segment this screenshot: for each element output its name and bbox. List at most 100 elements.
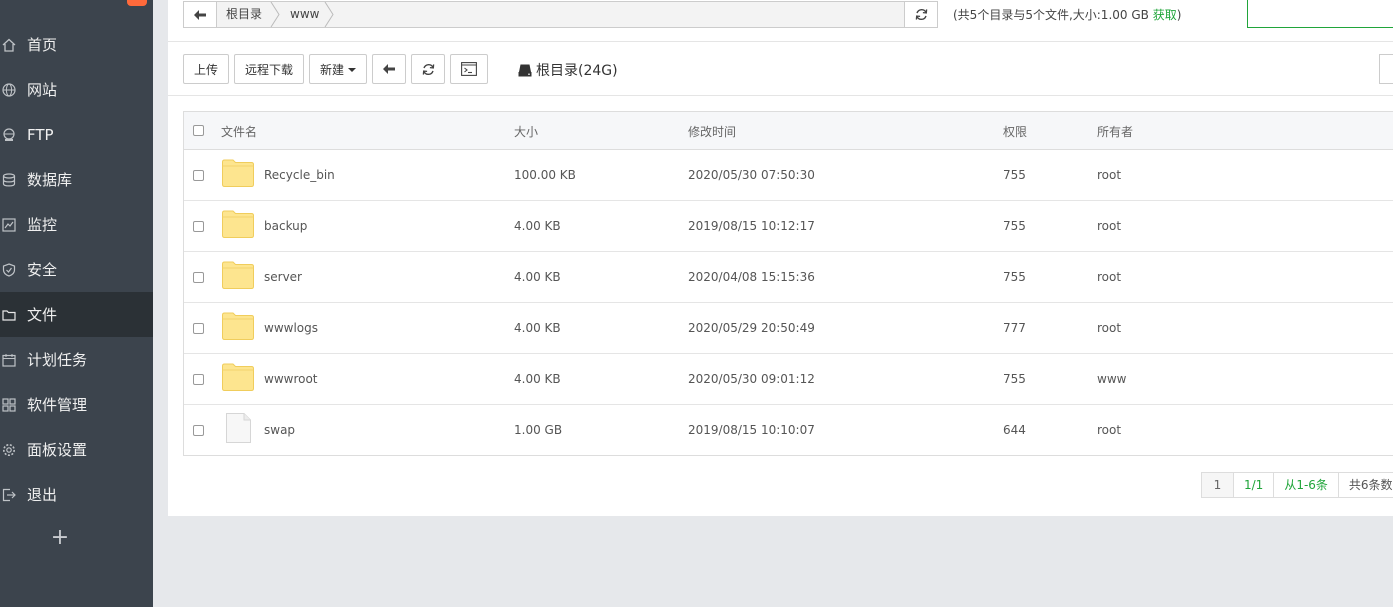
refresh-icon — [915, 8, 927, 21]
table-row[interactable]: wwwlogs 4.00 KB 2020/05/29 20:50:49 777 … — [184, 303, 1393, 354]
file-name[interactable]: Recycle_bin — [264, 150, 335, 201]
back-button[interactable] — [372, 54, 406, 84]
row-checkbox[interactable] — [193, 374, 204, 385]
sidebar-item-database[interactable]: 数据库 — [0, 157, 153, 202]
file-permission[interactable]: 755 — [1003, 354, 1026, 405]
path-back-button[interactable] — [184, 2, 217, 27]
new-dropdown-button[interactable]: 新建 — [309, 54, 367, 84]
terminal-button[interactable] — [450, 54, 488, 84]
pagination: 1 1/1 从1-6条 共6条数 — [1201, 472, 1393, 498]
file-name[interactable]: wwwlogs — [264, 303, 318, 354]
sidebar-item-ftp[interactable]: FTP — [0, 112, 153, 157]
select-all-checkbox[interactable] — [193, 125, 204, 136]
sidebar-item-home[interactable]: 首页 — [0, 22, 153, 67]
table-row[interactable]: server 4.00 KB 2020/04/08 15:15:36 755 r… — [184, 252, 1393, 303]
breadcrumb-www[interactable]: www — [290, 2, 319, 27]
file-owner[interactable]: www — [1097, 354, 1126, 405]
sidebar-item-security[interactable]: 安全 — [0, 247, 153, 292]
row-checkbox[interactable] — [193, 323, 204, 334]
add-menu-button[interactable]: + — [0, 520, 120, 556]
terminal-icon — [461, 62, 477, 76]
sidebar-item-settings[interactable]: 面板设置 — [0, 427, 153, 472]
header-name[interactable]: 文件名 — [221, 112, 257, 150]
sidebar-item-files[interactable]: 文件 — [0, 292, 153, 337]
file-owner[interactable]: root — [1097, 303, 1121, 354]
summary-close: ) — [1176, 8, 1182, 22]
row-checkbox[interactable] — [193, 221, 204, 232]
row-checkbox[interactable] — [193, 170, 204, 181]
sidebar-item-software[interactable]: 软件管理 — [0, 382, 153, 427]
refresh-button[interactable] — [411, 54, 445, 84]
ftp-icon — [2, 127, 16, 142]
row-checkbox[interactable] — [193, 272, 204, 283]
file-permission[interactable]: 777 — [1003, 303, 1026, 354]
header-owner[interactable]: 所有者 — [1097, 112, 1133, 150]
sidebar-item-label: FTP — [27, 125, 54, 144]
sidebar-item-label: 计划任务 — [27, 351, 88, 369]
file-manager-panel: 根目录 www (共5个目录与5个文件,大小:1.00 GB 获取) 上传 远程… — [168, 0, 1393, 516]
logout-icon — [2, 488, 16, 502]
sidebar-item-label: 首页 — [27, 36, 58, 54]
file-mtime: 2020/04/08 15:15:36 — [688, 270, 815, 284]
sidebar-item-website[interactable]: 网站 — [0, 67, 153, 112]
page-current[interactable]: 1 — [1202, 473, 1234, 497]
table-row[interactable]: swap 1.00 GB 2019/08/15 10:10:07 644 roo… — [184, 405, 1393, 456]
new-label: 新建 — [319, 62, 344, 77]
file-icon — [226, 413, 251, 443]
folder-icon — [2, 308, 16, 322]
file-permission[interactable]: 755 — [1003, 150, 1026, 201]
header-mtime[interactable]: 修改时间 — [688, 112, 736, 150]
get-size-link[interactable]: 获取 — [1153, 8, 1177, 22]
folder-icon — [222, 159, 254, 187]
file-name[interactable]: swap — [264, 405, 295, 456]
divider — [168, 95, 1393, 96]
sidebar-item-cron[interactable]: 计划任务 — [0, 337, 153, 382]
sidebar-item-label: 软件管理 — [27, 396, 88, 414]
file-owner[interactable]: root — [1097, 150, 1121, 201]
sidebar-item-monitor[interactable]: 监控 — [0, 202, 153, 247]
search-box[interactable] — [1247, 0, 1393, 28]
notification-badge — [127, 0, 147, 6]
breadcrumb-separator-icon — [324, 2, 334, 27]
file-permission[interactable]: 644 — [1003, 405, 1026, 456]
row-checkbox[interactable] — [193, 425, 204, 436]
file-size: 4.00 KB — [514, 270, 561, 284]
refresh-icon — [422, 63, 434, 75]
toolbar-right-button[interactable] — [1379, 54, 1393, 84]
header-size[interactable]: 大小 — [514, 112, 538, 150]
file-size: 100.00 KB — [514, 168, 576, 182]
file-name[interactable]: wwwroot — [264, 354, 318, 405]
sidebar-item-label: 文件 — [27, 306, 58, 324]
breadcrumb-root[interactable]: 根目录 — [226, 2, 262, 27]
folder-icon — [222, 363, 254, 391]
sidebar-item-label: 面板设置 — [27, 441, 88, 459]
path-refresh-button[interactable] — [904, 2, 937, 27]
sidebar-item-logout[interactable]: 退出 — [0, 472, 153, 517]
file-permission[interactable]: 755 — [1003, 201, 1026, 252]
file-owner[interactable]: root — [1097, 201, 1121, 252]
remote-download-button[interactable]: 远程下载 — [234, 54, 304, 84]
folder-icon — [222, 312, 254, 340]
file-mtime: 2020/05/30 09:01:12 — [688, 372, 815, 386]
file-owner[interactable]: root — [1097, 252, 1121, 303]
file-owner[interactable]: root — [1097, 405, 1121, 456]
divider — [168, 41, 1393, 42]
file-name[interactable]: server — [264, 252, 302, 303]
sidebar-item-label: 网站 — [27, 81, 58, 99]
header-permission[interactable]: 权限 — [1003, 112, 1027, 150]
page-total: 共6条数 — [1339, 473, 1393, 497]
table-row[interactable]: wwwroot 4.00 KB 2020/05/30 09:01:12 755 … — [184, 354, 1393, 405]
sidebar-item-label: 退出 — [27, 486, 58, 504]
disk-label: 根目录(24G) — [536, 63, 618, 79]
path-bar[interactable]: 根目录 www — [183, 1, 938, 28]
upload-button[interactable]: 上传 — [183, 54, 229, 84]
table-row[interactable]: Recycle_bin 100.00 KB 2020/05/30 07:50:3… — [184, 150, 1393, 201]
shield-icon — [2, 262, 16, 277]
table-row[interactable]: backup 4.00 KB 2019/08/15 10:12:17 755 r… — [184, 201, 1393, 252]
arrow-left-icon — [194, 9, 206, 20]
file-permission[interactable]: 755 — [1003, 252, 1026, 303]
sidebar: 首页 网站 FTP 数据库 监控 安全 文件 计划任务 软件管理 面板设置 退出… — [0, 0, 153, 607]
file-name[interactable]: backup — [264, 201, 307, 252]
gear-icon — [2, 443, 16, 457]
disk-selector[interactable]: 根目录(24G) — [518, 60, 618, 80]
